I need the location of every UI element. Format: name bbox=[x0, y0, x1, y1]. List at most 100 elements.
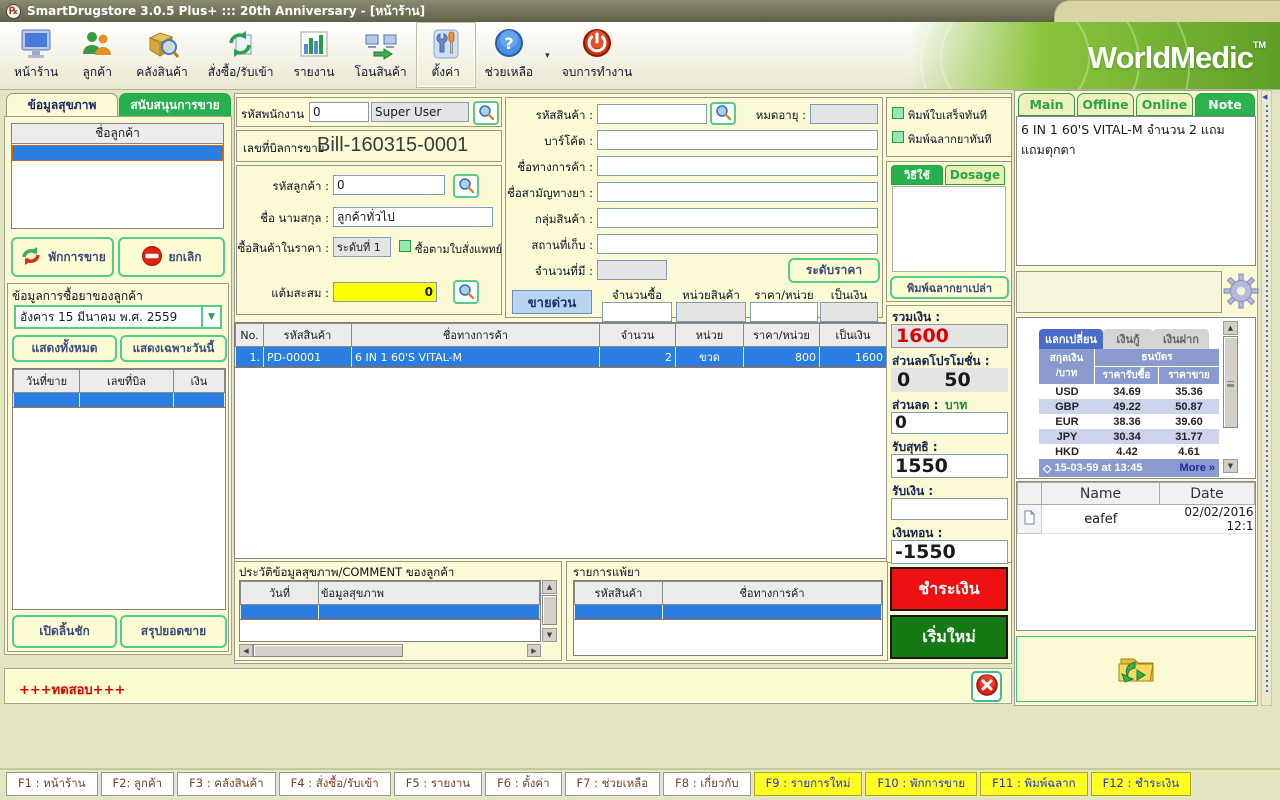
fkey-f12[interactable]: F12 : ชำระเงิน bbox=[1091, 772, 1191, 796]
splitter-collapse-icon[interactable]: ◀ bbox=[1262, 93, 1267, 101]
comment-col-header[interactable]: ข้อมูลสุขภาพ bbox=[319, 582, 540, 605]
items-col-header[interactable]: เป็นเงิน bbox=[820, 324, 887, 347]
items-col-header[interactable]: ชื่อทางการค้า bbox=[352, 324, 600, 347]
comment-scroll-thumb[interactable] bbox=[542, 595, 557, 625]
history-table[interactable]: วันที่ขาย เลขที่บิล เงิน bbox=[12, 368, 226, 610]
fkey-f9[interactable]: F9 : รายการใหม่ bbox=[754, 772, 863, 796]
customer-code-input[interactable]: 0 bbox=[333, 175, 445, 195]
pay-button[interactable]: ชำระเงิน bbox=[890, 567, 1008, 611]
history-col-header[interactable]: วันที่ขาย bbox=[14, 370, 80, 393]
history-selected-row[interactable] bbox=[14, 393, 225, 408]
customer-list-selected-row[interactable] bbox=[12, 145, 223, 161]
currency-scroll-up[interactable]: ▲ bbox=[1223, 321, 1238, 335]
toolbar-button-purchase[interactable]: สั่งซื้อ/รับเข้า bbox=[198, 23, 284, 87]
cancel-sale-button[interactable]: ยกเลิก bbox=[118, 237, 225, 277]
points-search-button[interactable] bbox=[453, 280, 479, 304]
note-text-area[interactable]: 6 IN 1 60'S VITAL-M จำนวน 2 แถม แถมตุกตา bbox=[1016, 116, 1256, 266]
comment-scroll-up[interactable]: ▲ bbox=[542, 580, 557, 594]
product-group-input[interactable] bbox=[597, 208, 878, 228]
print-drug-label-checkbox[interactable] bbox=[892, 131, 904, 143]
comment-selected-row[interactable] bbox=[241, 605, 540, 620]
trade-name-input[interactable] bbox=[597, 156, 878, 176]
restart-button[interactable]: เริ่มใหม่ bbox=[890, 615, 1008, 659]
unit-price-input[interactable] bbox=[750, 302, 818, 322]
comment-hscroll-thumb[interactable] bbox=[253, 644, 403, 657]
discount-input[interactable]: 0 bbox=[891, 412, 1008, 434]
toolbar-button-transfer[interactable]: โอนสินค้า bbox=[345, 23, 417, 87]
tab-main[interactable]: Main bbox=[1018, 93, 1075, 116]
currency-scroll-down[interactable]: ▼ bbox=[1223, 459, 1238, 473]
file-row[interactable]: eafef 02/02/2016 12:1 bbox=[1018, 505, 1255, 534]
date-combobox[interactable]: อังคาร 15 มีนาคม พ.ศ. 2559 ▼ bbox=[14, 305, 222, 329]
hold-sale-button[interactable]: พักการขาย bbox=[11, 237, 114, 277]
toolbar-button-exit[interactable]: จบการทำงาน bbox=[552, 23, 643, 87]
note-settings-button[interactable] bbox=[1222, 272, 1260, 312]
tab-note[interactable]: Note bbox=[1195, 93, 1255, 116]
comment-scroll-right[interactable]: ▶ bbox=[527, 644, 541, 657]
tab-usage[interactable]: วิธีใช้ bbox=[891, 165, 943, 185]
panel-splitter[interactable]: ◀ bbox=[1261, 90, 1272, 706]
toolbar-button-storefront[interactable]: หน้าร้าน bbox=[4, 23, 68, 87]
fkey-f7[interactable]: F7 : ช่วยเหลือ bbox=[565, 772, 661, 796]
close-status-button[interactable] bbox=[971, 671, 1002, 702]
tab-loan[interactable]: เงินกู้ bbox=[1103, 329, 1153, 349]
files-col-header[interactable]: Date bbox=[1160, 483, 1255, 505]
customer-name-input[interactable]: ลูกค้าทั่วไป bbox=[333, 207, 493, 227]
product-code-input[interactable] bbox=[597, 104, 707, 124]
history-col-header[interactable]: เลขที่บิล bbox=[80, 370, 174, 393]
fkey-f5[interactable]: F5 : รายงาน bbox=[394, 772, 482, 796]
fkey-f2[interactable]: F2: ลูกค้า bbox=[101, 772, 175, 796]
barcode-input[interactable] bbox=[597, 130, 878, 150]
tab-health-info[interactable]: ข้อมูลสุขภาพ bbox=[6, 93, 118, 117]
toolbar-button-help[interactable]: ? ช่วยเหลือ bbox=[475, 23, 544, 87]
sale-item-row[interactable]: 1. PD-00001 6 IN 1 60'S VITAL-M 2 ขวด 80… bbox=[236, 347, 887, 368]
tab-exchange[interactable]: แลกเปลี่ยน bbox=[1039, 329, 1103, 349]
product-search-button[interactable] bbox=[710, 102, 736, 125]
print-receipt-checkbox[interactable] bbox=[892, 107, 904, 119]
received-input[interactable] bbox=[891, 498, 1008, 520]
toolbar-button-settings[interactable]: ตั้งค่า bbox=[417, 23, 475, 87]
currency-more-link[interactable]: More » bbox=[1180, 462, 1215, 474]
prescription-checkbox[interactable] bbox=[399, 240, 411, 252]
items-col-header[interactable]: รหัสสินค้า bbox=[264, 324, 352, 347]
history-col-header[interactable]: เงิน bbox=[174, 370, 225, 393]
storage-input[interactable] bbox=[597, 234, 878, 254]
customer-list[interactable]: ชื่อลูกค้า bbox=[11, 123, 224, 229]
toolbar-button-reports[interactable]: รายงาน bbox=[283, 23, 344, 87]
tab-sales-support[interactable]: สนับสนุนการขาย bbox=[119, 93, 231, 117]
files-col-header[interactable]: Name bbox=[1042, 483, 1160, 505]
fkey-f3[interactable]: F3 : คลังสินค้า bbox=[177, 772, 276, 796]
qty-input[interactable] bbox=[602, 302, 672, 322]
items-col-header[interactable]: หน่วย bbox=[676, 324, 744, 347]
open-drawer-button[interactable]: เปิดลิ้นชัก bbox=[12, 615, 117, 648]
print-blank-label-button[interactable]: พิมพ์ฉลากยาเปล่า bbox=[890, 276, 1009, 299]
comment-col-header[interactable]: วันที่ bbox=[241, 582, 319, 605]
tab-offline[interactable]: Offline bbox=[1077, 93, 1134, 116]
date-dropdown-icon[interactable]: ▼ bbox=[201, 307, 220, 327]
employee-search-button[interactable] bbox=[473, 101, 499, 125]
fkey-f6[interactable]: F6 : ตั้งค่า bbox=[485, 772, 561, 796]
allergy-col-header[interactable]: รหัสสินค้า bbox=[575, 582, 663, 605]
fkey-f11[interactable]: F11 : พิมพ์ฉลาก bbox=[980, 772, 1087, 796]
fkey-f10[interactable]: F10 : พักการขาย bbox=[865, 772, 977, 796]
show-all-button[interactable]: แสดงทั้งหมด bbox=[12, 335, 117, 362]
tab-online[interactable]: Online bbox=[1136, 93, 1193, 116]
tab-dosage[interactable]: Dosage bbox=[945, 165, 1005, 185]
fkey-f4[interactable]: F4 : สั่งซื้อ/รับเข้า bbox=[279, 772, 391, 796]
generic-name-input[interactable] bbox=[597, 182, 878, 202]
quick-sale-button[interactable]: ขายด่วน bbox=[512, 290, 592, 314]
fkey-f1[interactable]: F1 : หน้าร้าน bbox=[6, 772, 98, 796]
show-today-button[interactable]: แสดงเฉพาะวันนี้ bbox=[120, 335, 227, 362]
allergy-col-header[interactable]: ชื่อทางการค้า bbox=[663, 582, 882, 605]
allergy-table[interactable]: รหัสสินค้า ชื่อทางการค้า bbox=[573, 580, 883, 656]
price-level-button[interactable]: ระดับราคา bbox=[788, 258, 880, 283]
sales-summary-button[interactable]: สรุปยอดขาย bbox=[120, 615, 227, 648]
employee-code-input[interactable]: 0 bbox=[309, 102, 369, 122]
allergy-selected-row[interactable] bbox=[575, 605, 882, 620]
toolbar-button-inventory[interactable]: คลังสินค้า bbox=[126, 23, 198, 87]
items-col-header[interactable]: จำนวน bbox=[600, 324, 676, 347]
help-dropdown-caret[interactable]: ▾ bbox=[545, 51, 550, 61]
quick-note-field[interactable] bbox=[1016, 271, 1222, 313]
fkey-f8[interactable]: F8 : เกี่ยวกับ bbox=[663, 772, 750, 796]
items-col-header[interactable]: No. bbox=[236, 324, 264, 347]
